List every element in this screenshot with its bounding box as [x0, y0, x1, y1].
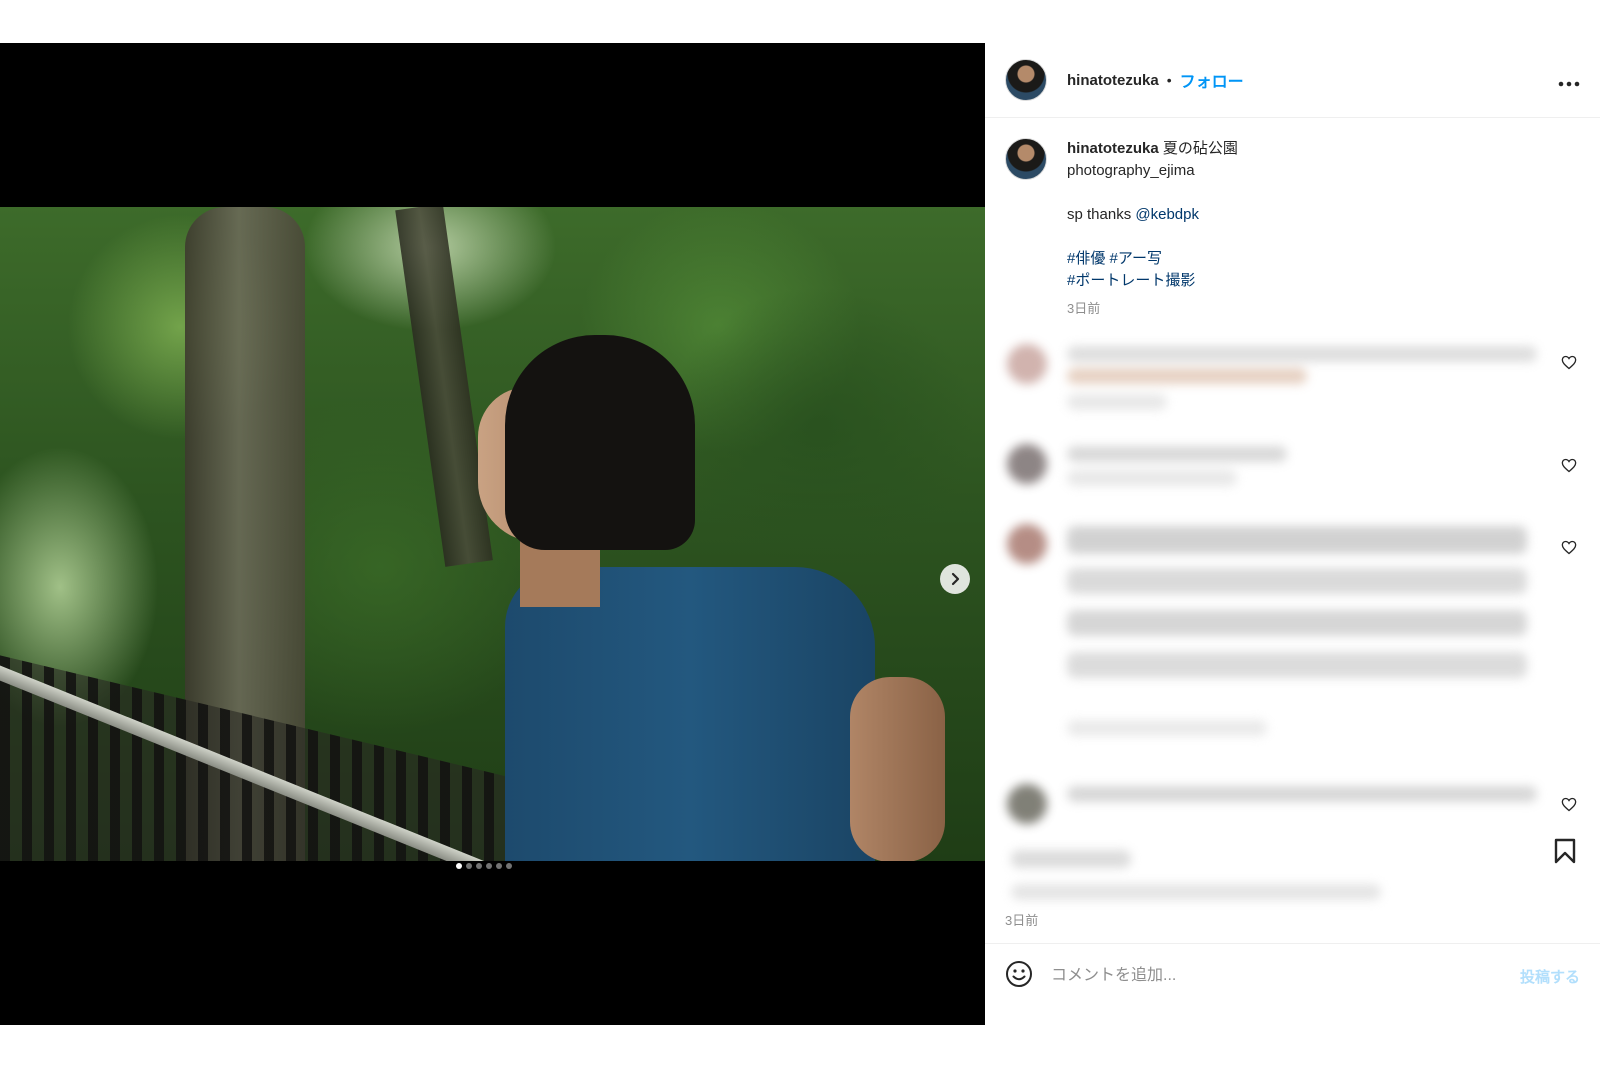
- heart-icon: [1561, 355, 1577, 370]
- post-side-panel: hinatotezuka • フォロー hinatotezuka 夏の砧公園 p…: [985, 43, 1600, 1025]
- list-item: [997, 840, 1552, 900]
- post-comment-button[interactable]: 投稿する: [1520, 966, 1580, 987]
- chevron-right-icon: [951, 572, 960, 586]
- photo-person-arm: [850, 677, 945, 861]
- caption-line: photography_ejima: [1067, 162, 1195, 179]
- photo-person-hair: [505, 335, 695, 550]
- caption-body: hinatotezuka 夏の砧公園 photography_ejima sp …: [1067, 138, 1580, 320]
- post-timestamp: 3日前: [1005, 913, 1039, 928]
- carousel-dot: [486, 863, 492, 869]
- ellipsis-icon: [1558, 81, 1580, 87]
- follow-button[interactable]: フォロー: [1180, 68, 1244, 92]
- emoji-icon: [1006, 960, 1032, 987]
- hashtag-link[interactable]: #ポートレート撮影: [1067, 272, 1195, 289]
- heart-icon: [1561, 540, 1577, 555]
- comment-like-button[interactable]: [1560, 355, 1578, 373]
- carousel-dot: [506, 863, 512, 869]
- hashtag-link[interactable]: #俳優: [1067, 250, 1105, 267]
- comment-input[interactable]: [1049, 966, 1520, 986]
- carousel-dot: [476, 863, 482, 869]
- separator-dot: •: [1166, 72, 1172, 88]
- carousel-indicator: [456, 863, 512, 869]
- post-header: hinatotezuka • フォロー: [985, 43, 1600, 118]
- photo-tree-branch: [395, 207, 493, 567]
- bookmark-icon: [1554, 838, 1576, 864]
- post-caption: hinatotezuka 夏の砧公園 photography_ejima sp …: [985, 118, 1600, 328]
- hashtag-link[interactable]: #アー写: [1110, 250, 1162, 267]
- more-options-button[interactable]: [1558, 67, 1580, 93]
- caption-title: 夏の砧公園: [1162, 140, 1238, 157]
- comment-like-button[interactable]: [1560, 458, 1578, 476]
- comment-like-button[interactable]: [1560, 797, 1578, 815]
- heart-icon: [1561, 458, 1577, 473]
- avatar[interactable]: [1005, 59, 1047, 101]
- list-item: [997, 330, 1552, 430]
- mention-link[interactable]: @kebdpk: [1135, 206, 1199, 223]
- list-item: [997, 510, 1552, 770]
- save-button[interactable]: [1554, 838, 1576, 864]
- list-item: [997, 770, 1552, 840]
- photo-person-shirt: [505, 567, 875, 861]
- heart-icon: [1561, 797, 1577, 812]
- list-item: [997, 430, 1552, 510]
- comments-list-blurred: [997, 330, 1552, 910]
- post-photo: [0, 207, 985, 861]
- post-author-username[interactable]: hinatotezuka: [1067, 72, 1159, 89]
- carousel-dot: [496, 863, 502, 869]
- carousel-dot: [456, 863, 462, 869]
- caption-thanks-text: sp thanks: [1067, 206, 1136, 223]
- comment-bar: 投稿する: [985, 943, 1600, 1008]
- carousel-dot: [466, 863, 472, 869]
- emoji-button[interactable]: [1005, 960, 1033, 993]
- carousel-next-button[interactable]: [940, 564, 970, 594]
- caption-avatar[interactable]: [1005, 138, 1047, 180]
- post-media: [0, 43, 985, 1025]
- caption-username[interactable]: hinatotezuka: [1067, 140, 1159, 157]
- comment-like-button[interactable]: [1560, 540, 1578, 558]
- caption-timestamp: 3日前: [1067, 301, 1101, 316]
